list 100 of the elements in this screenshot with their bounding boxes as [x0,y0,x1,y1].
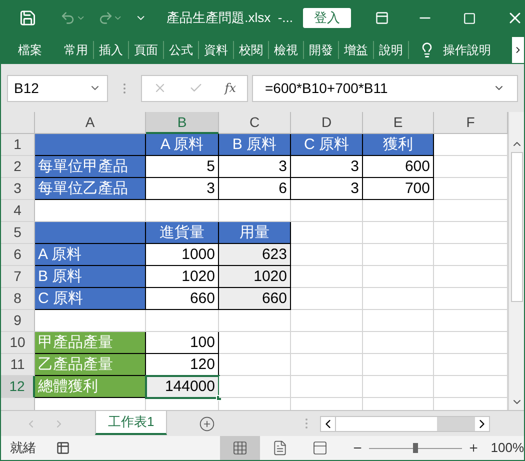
table-cell: 每單位乙產品 [35,178,146,200]
ribbon-tab[interactable]: 檢視 [269,41,303,59]
horizontal-scrollbar[interactable] [320,416,490,432]
ribbon-tab[interactable]: 資料 [199,41,233,59]
table-cell: 6 [219,178,291,200]
table-cell: C 原料 [291,134,363,156]
macro-record-icon[interactable] [56,441,70,455]
status-text: 就緒 [10,439,36,458]
page-layout-icon [272,440,288,456]
ribbon-tab[interactable]: 開發 [304,41,338,59]
table-cell: 乙產品產量 [35,354,146,376]
table-cell: C 原料 [35,288,146,310]
row-header[interactable]: 5 [1,222,35,244]
ribbon-tab[interactable]: 插入 [94,41,128,59]
table-cell [291,266,363,288]
zoom-slider[interactable] [369,443,462,453]
table-cell [363,310,434,332]
table-cell [363,354,434,376]
table-cell: 3 [291,178,363,200]
table-cell [363,376,434,398]
table-cell: 總體獲利 [35,376,146,398]
table-cell: 700 [363,178,434,200]
table-cell [291,200,363,222]
view-button[interactable] [220,436,260,460]
table-cell [291,354,363,376]
ribbon-tab[interactable]: 增益 [339,41,373,59]
table-cell [363,288,434,310]
zoom-thumb[interactable] [413,443,418,453]
vertical-scrollbar[interactable] [508,112,524,410]
table-cell [363,266,434,288]
scroll-right-icon[interactable] [475,416,490,430]
row-header[interactable]: 1 [1,134,35,156]
zoom-in-icon[interactable] [468,442,479,454]
table-cell: 5 [146,156,219,178]
window-title: 產品生產問題.xlsx -... [166,9,293,28]
table-cell: 3 [146,178,219,200]
table-cell [219,332,291,354]
insert-function-button[interactable]: fx [224,79,236,97]
ribbon-display-icon[interactable] [374,11,389,25]
tell-me-field[interactable]: 操作說明 [443,41,491,59]
name-box[interactable]: B12 [7,74,108,102]
table-cell: 120 [146,354,219,376]
table-cell [363,222,434,244]
table-cell: A 原料 [35,244,146,266]
table-cell [291,244,363,266]
sign-in-button[interactable]: 登入 [302,8,351,28]
row-header[interactable]: 7 [1,266,35,288]
table-cell [219,200,291,222]
table-cell: 100 [146,332,219,354]
zoom-reading: 100% [490,439,524,458]
sheet-tab[interactable]: 工作表1 [95,410,168,434]
table-cell: 每單位甲產品 [35,156,146,178]
table-cell [219,376,291,398]
table-cell: 1000 [146,244,219,266]
ribbon-tab[interactable]: 校閱 [234,41,268,59]
table-cell: 進貨量 [146,222,219,244]
table-cell [363,200,434,222]
row-header[interactable]: 8 [1,288,35,310]
table-cell: B 原料 [219,134,291,156]
table-cell: 3 [219,156,291,178]
column-header[interactable]: B [146,112,219,134]
scroll-thumb[interactable] [510,152,522,302]
row-header[interactable]: 11 [1,354,35,376]
row-header[interactable]: 2 [1,156,35,178]
save-icon[interactable] [19,9,36,27]
table-cell [291,310,363,332]
table-cell: 1020 [146,266,219,288]
ribbon-tab[interactable]: 說明 [374,41,408,59]
table-cell [363,244,434,266]
table-cell [291,376,363,398]
table-cell: 3 [291,156,363,178]
page-break-icon [312,440,328,456]
formula-field[interactable]: =600*B10+700*B11 [252,74,518,102]
ribbon-tab[interactable]: 常用 [59,41,93,59]
add-sheet-icon[interactable] [199,416,216,432]
table-cell: 用量 [219,222,291,244]
scroll-left-icon[interactable] [321,416,336,430]
row-header[interactable]: 3 [1,178,35,200]
row-header[interactable]: 4 [1,200,35,222]
ribbon-tab[interactable]: 檔案 [13,41,47,59]
table-cell [291,332,363,354]
table-cell: 623 [219,244,291,266]
table-cell: 660 [219,288,291,310]
table-cell [291,288,363,310]
table-cell: 1020 [219,266,291,288]
table-cell: 144000 [146,376,219,398]
row-header[interactable]: 10 [1,332,35,354]
table-cell [291,222,363,244]
row-header[interactable]: 12 [1,376,35,398]
row-header[interactable]: 9 [1,310,35,332]
row-header[interactable]: 6 [1,244,35,266]
scroll-thumb[interactable] [335,416,438,430]
normal-view-icon [232,440,248,456]
maximize-icon[interactable] [462,12,476,24]
table-cell: 獲利 [363,134,434,156]
ribbon-tab[interactable]: 頁面 [129,41,163,59]
ribbon-tab[interactable]: 公式 [164,41,198,59]
table-cell: A 原料 [146,134,219,156]
table-cell: 600 [363,156,434,178]
table-cell [219,354,291,376]
